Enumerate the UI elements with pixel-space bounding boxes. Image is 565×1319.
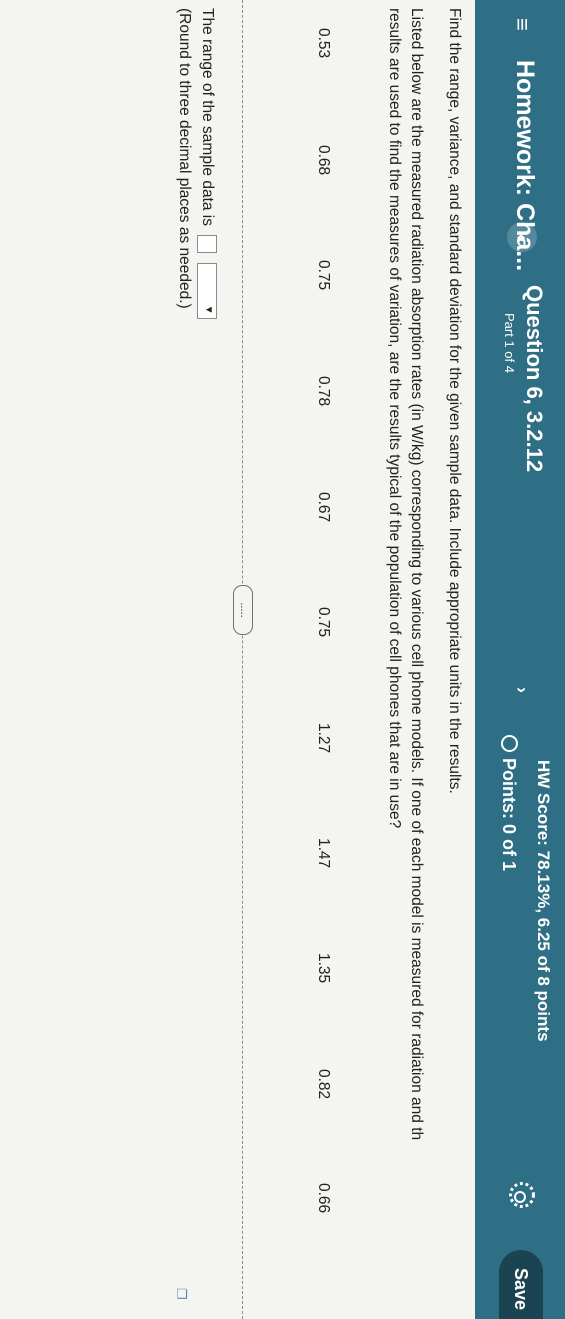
data-value: 0.67	[315, 492, 332, 523]
range-answer-input[interactable]	[197, 235, 217, 254]
points-text: Points: 0 of 1	[499, 758, 519, 872]
next-question-button[interactable]: ›	[507, 675, 537, 705]
hw-score: HW Score: 78.13%, 6.25 of 8 points	[534, 760, 553, 1042]
copy-data-icon[interactable]: ❐	[173, 1288, 189, 1300]
screen: ≡ Homework: Cha... ‹ Question 6, 3.2.12 …	[0, 0, 565, 1319]
question-body-line1: Listed below are the measured radiation …	[408, 8, 425, 1141]
question-title: Question 6, 3.2.12	[522, 285, 547, 473]
data-value: 0.75	[315, 607, 332, 638]
answer-prompt: The range of the sample data is	[198, 8, 216, 226]
data-value: 0.68	[315, 145, 332, 176]
expand-button[interactable]: .....	[233, 585, 253, 635]
question-content: Find the range, variance, and standard d…	[0, 0, 475, 1319]
question-part: Part 1 of 4	[502, 313, 517, 373]
question-instruction: Find the range, variance, and standard d…	[446, 8, 463, 794]
save-button[interactable]: Save	[499, 1250, 543, 1319]
data-value: 0.53	[315, 28, 332, 59]
data-value: 0.78	[315, 376, 332, 407]
units-dropdown[interactable]: ▼	[197, 262, 217, 319]
answer-line: The range of the sample data is ▼	[197, 8, 217, 319]
data-value: 1.35	[315, 953, 332, 984]
status-circle-icon	[501, 735, 518, 752]
rounding-note: (Round to three decimal places as needed…	[176, 8, 193, 309]
previous-question-button[interactable]: ‹	[507, 222, 537, 252]
top-bar: ≡ Homework: Cha... ‹ Question 6, 3.2.12 …	[475, 0, 565, 1319]
divider	[242, 0, 243, 1319]
question-body-line2: results are used to find the measures of…	[386, 8, 403, 829]
chevron-down-icon: ▼	[203, 304, 214, 315]
data-value: 1.27	[315, 723, 332, 754]
gear-icon[interactable]	[509, 1182, 535, 1208]
data-value: 0.75	[315, 260, 332, 291]
data-value: 0.66	[315, 1183, 332, 1214]
menu-icon[interactable]: ≡	[509, 18, 535, 31]
data-value: 1.47	[315, 838, 332, 869]
points-status: Points: 0 of 1	[498, 735, 519, 871]
data-values-row: 0.53 0.68 0.75 0.78 0.67 0.75 1.27 1.47 …	[174, 0, 332, 1319]
data-value: 0.82	[315, 1069, 332, 1100]
